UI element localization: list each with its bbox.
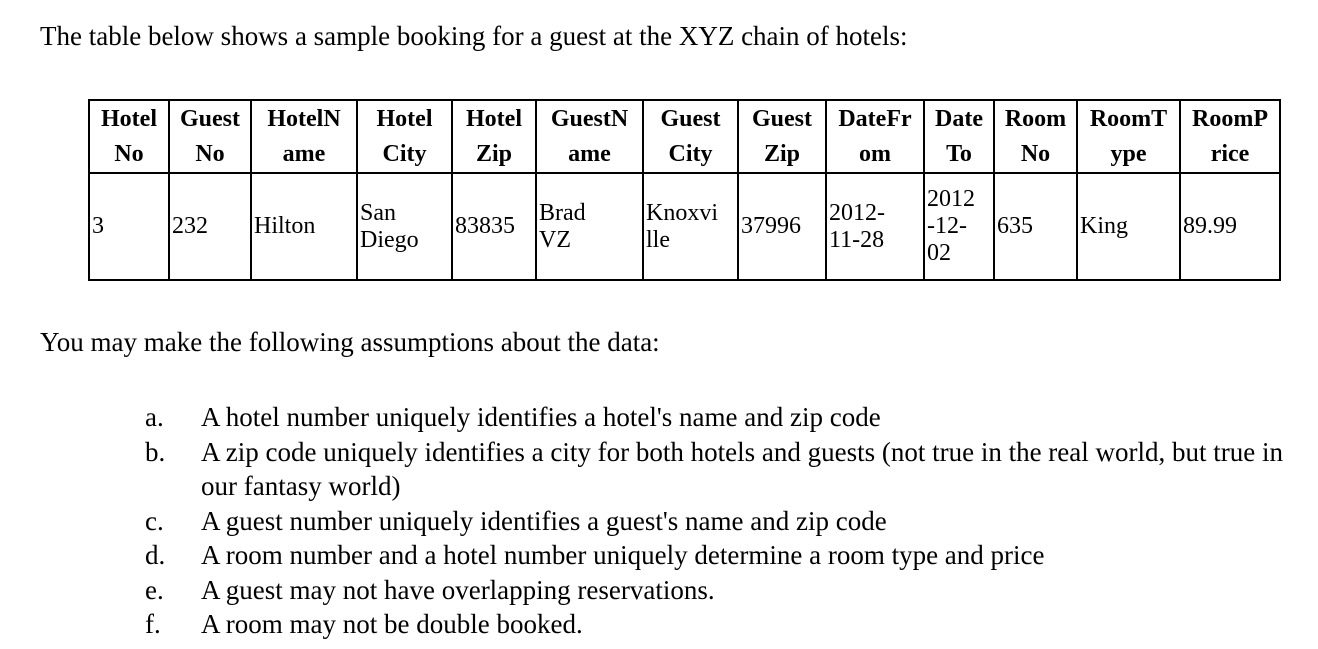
cell-hotel-no: 3 [88,172,170,281]
list-marker: a. [145,402,164,432]
list-item: f. A room may not be double booked. [145,607,1285,642]
cell-date-from: 2012- 11-28 [825,172,925,281]
cell-guest-name: Brad VZ [535,172,644,281]
list-item: c. A guest number uniquely identifies a … [145,504,1285,539]
cell-room-price: 89.99 [1179,172,1281,281]
header-room-type: RoomT ype [1076,99,1181,174]
cell-hotel-name: Hilton [250,172,358,281]
list-item: a. A hotel number uniquely identifies a … [145,400,1285,435]
header-hotel-name: HotelN ame [250,99,358,174]
list-marker: f. [145,609,161,639]
booking-table: Hotel No Guest No HotelN ame Hotel City … [88,99,1281,281]
list-marker: c. [145,505,164,536]
cell-guest-zip: 37996 [737,172,827,281]
list-item: b. A zip code uniquely identifies a city… [145,435,1285,504]
header-hotel-zip: Hotel Zip [451,99,537,174]
header-guest-name: GuestN ame [535,99,644,174]
assumptions-list: a. A hotel number uniquely identifies a … [145,400,1285,642]
list-item-text: A guest number uniquely identifies a gue… [201,505,887,536]
header-guest-zip: Guest Zip [737,99,827,174]
header-date-from: DateFr om [825,99,925,174]
list-item-text: A zip code uniquely identifies a city fo… [201,436,1283,502]
cell-guest-city: Knoxvi lle [642,172,739,281]
header-hotel-no: Hotel No [88,99,170,174]
assumptions-heading: You may make the following assumptions a… [40,327,660,357]
table-row: 3 232 Hilton San Diego 83835 Brad VZ Kno… [88,172,1281,281]
intro-text: The table below shows a sample booking f… [40,21,908,51]
header-guest-no: Guest No [168,99,252,174]
cell-date-to: 2012 -12- 02 [923,172,995,281]
list-item: e. A guest may not have overlapping rese… [145,573,1285,608]
cell-guest-no: 232 [168,172,252,281]
cell-room-type: King [1076,172,1181,281]
list-item-text: A hotel number uniquely identifies a hot… [201,402,881,432]
list-item: d. A room number and a hotel number uniq… [145,538,1285,573]
list-item-text: A guest may not have overlapping reserva… [201,574,715,605]
header-room-no: Room No [993,99,1078,174]
cell-hotel-zip: 83835 [451,172,537,281]
cell-hotel-city: San Diego [356,172,453,281]
table-header-row: Hotel No Guest No HotelN ame Hotel City … [88,99,1281,174]
list-marker: d. [145,540,166,570]
list-item-text: A room number and a hotel number uniquel… [201,540,1045,570]
list-item-text: A room may not be double booked. [201,609,583,639]
header-date-to: Date To [923,99,995,174]
header-room-price: RoomP rice [1179,99,1281,174]
list-marker: b. [145,436,166,467]
cell-room-no: 635 [993,172,1078,281]
header-guest-city: Guest City [642,99,739,174]
header-hotel-city: Hotel City [356,99,453,174]
list-marker: e. [145,574,164,605]
